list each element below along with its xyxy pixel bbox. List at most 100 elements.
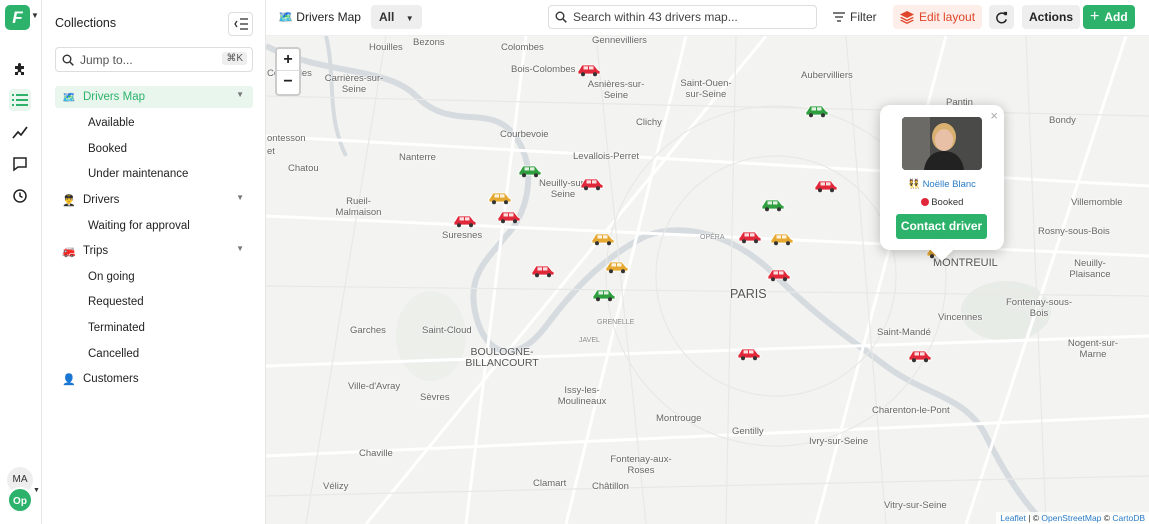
driver-name[interactable]: 👯 Noëlle Blanc (880, 179, 1004, 190)
map-label: Asnières-sur-Seine (587, 79, 645, 101)
map-label: Charenton-le-Pont (872, 405, 950, 416)
close-icon[interactable]: × (990, 108, 998, 123)
map-attribution: Leaflet | © OpenStreetMap © CartoDB (996, 512, 1149, 524)
contact-driver-button[interactable]: Contact driver (896, 214, 987, 239)
actions-button[interactable]: Actions (1022, 5, 1081, 29)
map-label: Vincennes (938, 312, 983, 323)
zoom-in-button[interactable]: + (277, 49, 299, 71)
map-icon: 🗺️ (278, 10, 293, 24)
car-marker-icon[interactable] (591, 232, 615, 246)
car-marker-icon[interactable] (761, 198, 785, 212)
dancers-icon: 👯 (908, 179, 920, 190)
layers-icon (900, 10, 914, 24)
car-marker-icon[interactable] (737, 347, 761, 361)
chevron-down-icon[interactable]: ▼ (236, 244, 244, 253)
sidebar-subitem-terminated[interactable]: Terminated (88, 322, 145, 334)
toolbar: 🗺️ Drivers Map All ▼ Filter Edit layout … (266, 0, 1149, 36)
sidebar-item-trips[interactable]: 🚒 Trips ▼ (55, 240, 253, 262)
view-selector[interactable]: All ▼ (371, 5, 422, 29)
map-view[interactable]: Gennevilliers Houilles Bezons Colombes B… (266, 36, 1149, 524)
shortcut-badge: ⌘K (222, 52, 247, 65)
map-label: Villemomble (1071, 197, 1123, 208)
osm-link[interactable]: OpenStreetMap (1041, 513, 1101, 523)
map-label: Aubervilliers (801, 70, 853, 81)
search-icon (555, 11, 567, 23)
add-button[interactable]: + Add (1083, 5, 1135, 29)
map-label: Neuilly-Plaisance (1069, 258, 1111, 280)
status-dot-icon (920, 198, 929, 206)
list-icon[interactable] (9, 89, 31, 111)
map-label: Chatou (288, 163, 319, 174)
history-icon[interactable] (9, 185, 31, 207)
sidebar-item-label: Customers (83, 373, 139, 385)
map-label: Bondy (1049, 115, 1076, 126)
chart-icon[interactable] (9, 121, 31, 143)
car-marker-icon[interactable] (738, 230, 762, 244)
sidebar-subitem-requested[interactable]: Requested (88, 296, 144, 308)
map-label: et (267, 146, 275, 157)
map-label: Houilles (369, 42, 403, 53)
chat-icon[interactable] (9, 153, 31, 175)
filter-label: Filter (850, 10, 877, 24)
map-label: Nanterre (399, 152, 436, 163)
car-marker-icon[interactable] (592, 288, 616, 302)
sidebar-subitem-waiting-for-approval[interactable]: Waiting for approval (88, 220, 190, 232)
car-marker-icon[interactable] (497, 210, 521, 224)
chevron-down-icon[interactable]: ▼ (236, 193, 244, 202)
car-marker-icon[interactable] (814, 179, 838, 193)
filter-icon (833, 12, 845, 22)
app-rail: F ▼ MA Op ▼ (0, 0, 42, 524)
car-marker-icon[interactable] (805, 104, 829, 118)
workspace-menu-caret-icon[interactable]: ▼ (33, 487, 40, 494)
map-label: Rueil-Malmaison (335, 196, 382, 218)
driver-name-label: Noëlle Blanc (922, 179, 976, 190)
map-label: Nogent-sur-Marne (1067, 338, 1119, 360)
sidebar-item-drivers-map[interactable]: 🗺️ Drivers Map ▼ (55, 86, 253, 108)
map-label: Fontenay-sous-Bois (1005, 297, 1072, 319)
map-search[interactable] (548, 5, 817, 29)
leaflet-link[interactable]: Leaflet (1000, 513, 1026, 523)
sidebar-item-customers[interactable]: 👤 Customers (55, 368, 253, 390)
puzzle-icon[interactable] (9, 58, 31, 80)
sidebar-subitem-on-going[interactable]: On going (88, 271, 135, 283)
actions-label: Actions (1029, 10, 1074, 24)
driver-popup: × 👯 Noëlle Blanc Booked Contact driver (880, 105, 1004, 262)
jump-to-input[interactable] (80, 52, 210, 67)
driver-status-label: Booked (931, 197, 964, 208)
map-label: Vitry-sur-Seine (884, 500, 947, 511)
truck-icon: 🚒 (62, 245, 76, 258)
carto-link[interactable]: CartoDB (1112, 513, 1145, 523)
sidebar-subitem-cancelled[interactable]: Cancelled (88, 348, 139, 360)
car-marker-icon[interactable] (453, 214, 477, 228)
collapse-sidebar-button[interactable] (228, 12, 253, 36)
sidebar-subitem-under-maintenance[interactable]: Under maintenance (88, 168, 188, 180)
sidebar-subitem-booked[interactable]: Booked (88, 143, 127, 155)
map-label: Gennevilliers (592, 36, 647, 46)
pilot-icon: 👨‍✈️ (62, 194, 76, 207)
car-marker-icon[interactable] (518, 164, 542, 178)
add-label: Add (1104, 10, 1128, 24)
map-search-input[interactable] (573, 10, 803, 24)
workspace-caret-icon[interactable]: ▼ (31, 11, 39, 20)
zoom-out-button[interactable]: − (277, 71, 299, 93)
car-marker-icon[interactable] (767, 268, 791, 282)
car-marker-icon[interactable] (577, 63, 601, 77)
jump-to-search[interactable]: ⌘K (55, 47, 253, 72)
workspace-avatar[interactable]: Op (7, 487, 33, 513)
view-title-label: Drivers Map (296, 10, 361, 24)
car-marker-icon[interactable] (488, 191, 512, 205)
map-label: Garches (350, 325, 386, 336)
sidebar-item-drivers[interactable]: 👨‍✈️ Drivers ▼ (55, 189, 253, 211)
car-marker-icon[interactable] (605, 260, 629, 274)
car-marker-icon[interactable] (770, 232, 794, 246)
car-marker-icon[interactable] (908, 349, 932, 363)
sidebar-subitem-available[interactable]: Available (88, 117, 134, 129)
chevron-down-icon[interactable]: ▼ (236, 90, 244, 99)
refresh-button[interactable] (989, 5, 1014, 29)
chevron-down-icon: ▼ (405, 14, 414, 23)
edit-layout-button[interactable]: Edit layout (893, 5, 983, 29)
car-marker-icon[interactable] (580, 177, 604, 191)
car-marker-icon[interactable] (531, 264, 555, 278)
filter-button[interactable]: Filter (826, 5, 884, 29)
app-logo[interactable]: F (5, 5, 30, 30)
